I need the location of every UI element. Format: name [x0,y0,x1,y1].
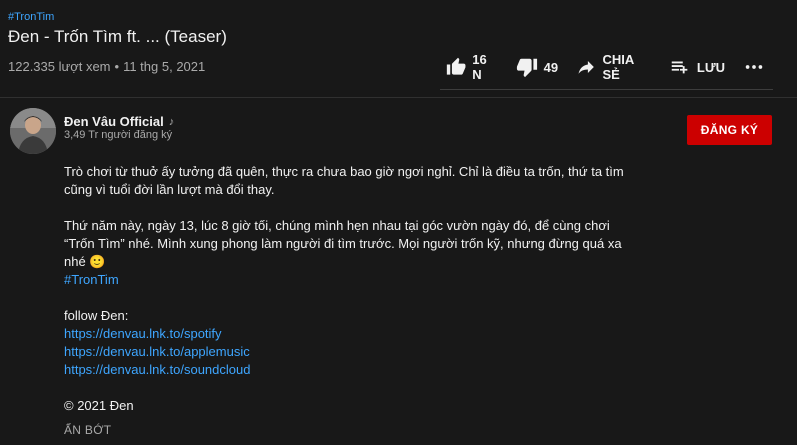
channel-name: Đen Vâu Official [64,114,164,129]
dislike-button[interactable]: 49 [516,56,558,78]
share-icon [578,61,594,74]
show-less-button[interactable]: ẨN BỚT [64,423,111,437]
description-hashtag-link[interactable]: #TronTim [64,271,624,289]
channel-avatar[interactable] [10,108,56,154]
follow-label: follow Đen: [64,308,129,323]
save-label: LƯU [696,59,725,75]
more-actions-button[interactable] [743,56,765,78]
avatar-image [10,108,56,154]
upload-date: 11 thg 5, 2021 [123,59,206,74]
thumb-up-icon [446,57,466,75]
thumb-down-icon [516,58,537,78]
video-description: Trò chơi từ thuở ấy tưởng đã quên, thực … [64,163,624,415]
music-note-icon: ♪ [168,115,175,128]
subscriber-count: 3,49 Tr người đăng ký [64,129,173,141]
description-paragraph-2: Thứ năm này, ngày 13, lúc 8 giờ tối, chú… [64,218,622,269]
save-button[interactable]: LƯU [669,56,725,78]
dislike-count: 49 [543,59,559,75]
spotify-link[interactable]: https://denvau.lnk.to/spotify [64,325,624,343]
watch-page: #TronTim Đen - Trốn Tìm ft. ... (Teaser)… [0,0,797,445]
like-count: 16 N [472,52,487,82]
share-label: CHIA SẺ [602,52,634,82]
copyright-text: © 2021 Đen [64,398,134,413]
meta-separator: • [114,59,120,74]
video-title: Đen - Trốn Tìm ft. ... (Teaser) [8,27,227,46]
description-paragraph-1: Trò chơi từ thuở ấy tưởng đã quên, thực … [64,164,624,197]
subscribe-button[interactable]: ĐĂNG KÝ [687,115,772,145]
more-icon [745,65,763,69]
hashtag-link[interactable]: #TronTim [8,11,54,23]
playlist-add-icon [671,61,688,74]
soundcloud-link[interactable]: https://denvau.lnk.to/soundcloud [64,361,624,379]
view-count: 122.335 lượt xem [8,59,111,74]
video-meta: 122.335 lượt xem • 11 thg 5, 2021 [8,59,205,74]
share-button[interactable]: CHIA SẺ [576,52,651,82]
section-divider [0,97,797,98]
video-actions: 16 N 49 CHIA SẺ LƯU [440,45,773,90]
applemusic-link[interactable]: https://denvau.lnk.to/applemusic [64,343,624,361]
channel-name-link[interactable]: Đen Vâu Official ♪ [64,114,174,129]
like-button[interactable]: 16 N [446,52,498,82]
